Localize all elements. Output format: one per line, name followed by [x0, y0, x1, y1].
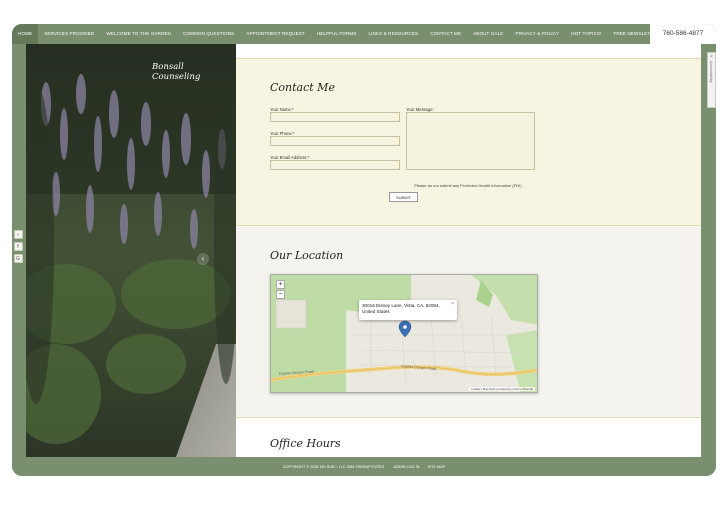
google-icon[interactable]: G — [13, 254, 23, 263]
close-icon[interactable]: × — [710, 54, 713, 60]
nav-about-gale[interactable]: ABOUT GALE — [467, 24, 509, 44]
main-content: Contact Me Your Name:* Your Phone:* Your… — [236, 44, 701, 457]
nav-contact-me[interactable]: CONTACT ME — [424, 24, 467, 44]
phone-input[interactable] — [270, 136, 400, 146]
popup-address: 30016 Disney Lane, Vista, CA, 92084, Uni… — [362, 303, 440, 314]
nav-links-resources[interactable]: LINKS & RESOURCES — [362, 24, 424, 44]
nav-privacy-policy[interactable]: PRIVACY & POLICY — [509, 24, 565, 44]
submit-button[interactable]: SUBMIT — [389, 192, 418, 202]
map-tiles: Gopher Canyon Road Gopher Canyon Road — [271, 275, 537, 392]
browser-frame: HOME SERVICES PROVIDED WELCOME TO THE GA… — [12, 24, 716, 476]
message-textarea[interactable] — [406, 112, 535, 170]
close-icon[interactable]: × — [451, 301, 454, 307]
user-icon[interactable]: ♀ — [13, 230, 23, 239]
footer: COPYRIGHT © 2026 MH SUB I, LLC DBA THERA… — [12, 457, 716, 476]
wisteria-garden-image — [26, 44, 236, 457]
site-map-link[interactable]: SITE MAP — [427, 465, 445, 469]
address-popup: 30016 Disney Lane, Vista, CA, 92084, Uni… — [359, 300, 457, 320]
nav-common-questions[interactable]: COMMON QUESTIONS — [177, 24, 240, 44]
office-hours-title: Office Hours — [270, 437, 341, 450]
brand-line-1: Bonsall — [152, 62, 184, 72]
nav-appointment-request[interactable]: APPOINTMENT REQUEST — [240, 24, 310, 44]
nav-welcome-to-the-garden[interactable]: WELCOME TO THE GARDEN — [100, 24, 177, 44]
nav-hot-topics[interactable]: HOT TOPICS! — [565, 24, 607, 44]
name-input[interactable] — [270, 112, 400, 122]
brand-name[interactable]: Bonsall Counseling — [152, 62, 200, 82]
copyright-text: COPYRIGHT © 2026 MH SUB I, LLC DBA THERA… — [282, 464, 386, 469]
map-attribution[interactable]: Leaflet | Map data provided by Internet … — [469, 387, 535, 391]
nav-helpful-forms[interactable]: HELPFUL FORMS — [311, 24, 363, 44]
nav-home[interactable]: HOME — [12, 24, 39, 44]
zoom-in-button[interactable]: + — [276, 280, 285, 289]
location-title: Our Location — [270, 249, 344, 262]
location-section: Our Location Gopher Canyon Road Gopher C… — [236, 227, 701, 418]
office-hours-section: Office Hours — [236, 419, 701, 457]
admin-login-link[interactable]: ADMIN LOG IN — [393, 465, 419, 469]
main-nav: HOME SERVICES PROVIDED WELCOME TO THE GA… — [12, 24, 716, 44]
hero-image: Bonsall Counseling ‹ — [26, 44, 236, 457]
nav-services-provided[interactable]: SERVICES PROVIDED — [38, 24, 100, 44]
contact-section: Contact Me Your Name:* Your Phone:* Your… — [236, 58, 701, 226]
contact-title: Contact Me — [270, 81, 335, 94]
brand-line-2: Counseling — [152, 72, 201, 82]
social-icons: ♀ f G — [12, 230, 24, 263]
location-map[interactable]: Gopher Canyon Road Gopher Canyon Road + … — [270, 274, 538, 393]
accessibility-tab[interactable]: × Accessibility — [707, 52, 716, 108]
email-input[interactable] — [270, 160, 400, 170]
chevron-left-icon[interactable]: ‹ — [197, 253, 209, 265]
zoom-out-button[interactable]: − — [276, 290, 285, 299]
phi-notice: Please do not submit any Protected Healt… — [414, 183, 523, 188]
phone-number[interactable]: 760-586-4877 — [650, 24, 716, 44]
facebook-icon[interactable]: f — [13, 242, 23, 251]
